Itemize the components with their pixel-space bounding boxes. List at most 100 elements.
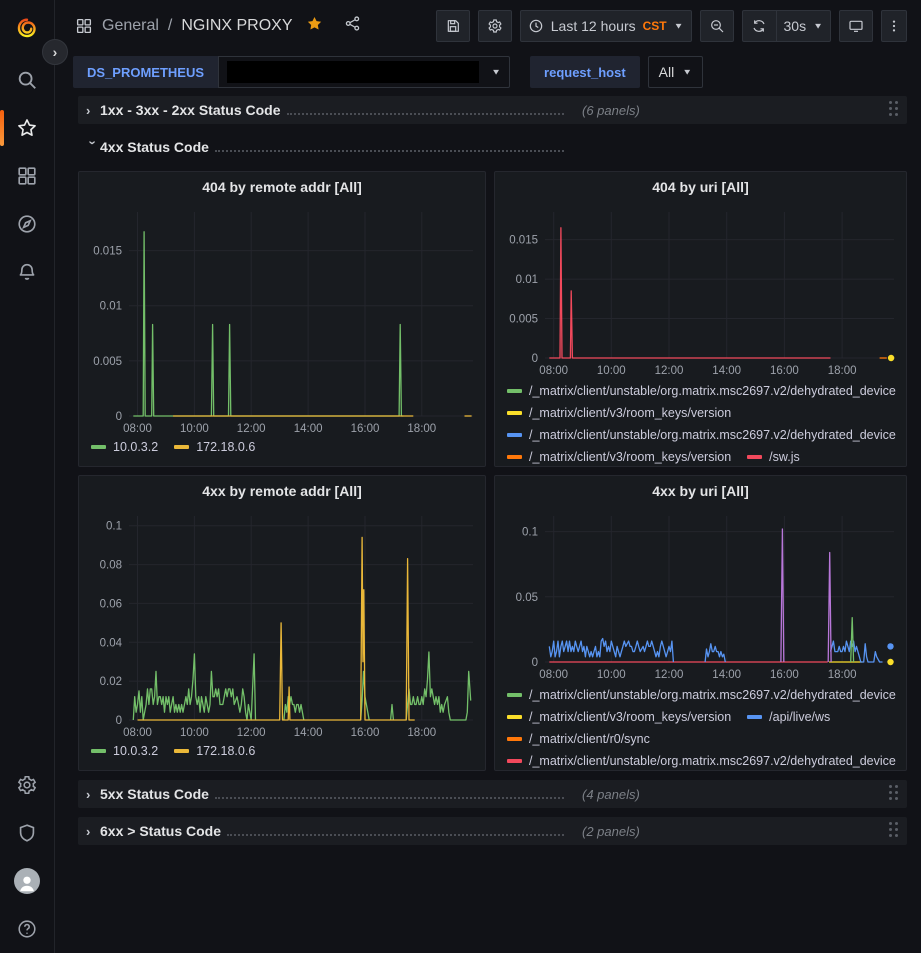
refresh-button[interactable]: [742, 10, 776, 42]
legend-swatch-icon: [507, 759, 522, 763]
row-title[interactable]: 1xx - 3xx - 2xx Status Code: [100, 102, 281, 118]
y-axis-tick-label: 0.1: [106, 520, 122, 532]
row-drag-handle-icon[interactable]: [889, 785, 899, 801]
legend-item[interactable]: 172.18.0.6: [174, 438, 255, 455]
legend-swatch-icon: [747, 715, 762, 719]
legend-item[interactable]: /_matrix/client/v3/room_keys/version: [507, 404, 731, 421]
x-axis-tick-label: 10:00: [597, 365, 626, 377]
legend-item[interactable]: /sw.js: [747, 448, 800, 464]
x-axis-tick-label: 14:00: [294, 423, 323, 435]
row-expand-caret-icon: ›: [86, 787, 100, 802]
row-4xx[interactable]: › 4xx Status Code: [78, 133, 907, 161]
legend-item[interactable]: /_matrix/client/unstable/org.matrix.msc2…: [507, 686, 896, 703]
grafana-app: › General / NGINX PROXY Last 12 hours: [0, 0, 921, 953]
timeseries-chart[interactable]: 08:0010:0012:0014:0016:0018:0000.020.040…: [81, 506, 483, 740]
legend-item[interactable]: /api/live/ws: [747, 708, 830, 725]
chevron-down-icon: ▼: [491, 68, 501, 77]
series-line: [831, 641, 883, 662]
x-axis-tick-label: 08:00: [123, 727, 152, 739]
row-title[interactable]: 4xx Status Code: [100, 139, 209, 155]
series-line: [705, 644, 725, 662]
series-line: [391, 704, 394, 720]
x-axis-tick-label: 12:00: [237, 727, 266, 739]
chevron-down-icon: ▼: [682, 68, 692, 77]
y-axis-tick-label: 0.01: [516, 274, 538, 286]
sidebar-expand-button[interactable]: ›: [42, 39, 68, 65]
legend-swatch-icon: [174, 445, 189, 449]
y-axis-tick-label: 0.005: [509, 314, 538, 326]
legend-label: /sw.js: [769, 450, 800, 464]
panel-title[interactable]: 4xx by remote addr [All]: [79, 476, 485, 506]
row-panel-count: (2 panels): [582, 824, 640, 839]
legend-item[interactable]: /_matrix/client/v3/room_keys/version: [507, 448, 731, 464]
apps-grid-icon: [75, 17, 93, 35]
datasource-variable-label[interactable]: DS_PROMETHEUS: [73, 56, 218, 88]
legend-item[interactable]: /_matrix/client/v3/room_keys/version: [507, 708, 731, 725]
sidebar-item-explore[interactable]: [0, 200, 55, 248]
legend-label: /_matrix/client/unstable/org.matrix.msc2…: [529, 688, 896, 702]
sidebar-item-dashboards[interactable]: [0, 152, 55, 200]
legend-label: 10.0.3.2: [113, 440, 158, 454]
dashboard-title[interactable]: NGINX PROXY: [181, 17, 292, 35]
legend-item[interactable]: 172.18.0.6: [174, 742, 255, 759]
sidebar-item-starred[interactable]: [0, 104, 55, 152]
shield-icon[interactable]: [0, 809, 55, 857]
x-axis-tick-label: 12:00: [655, 365, 684, 377]
panel-title[interactable]: 404 by uri [All]: [495, 172, 906, 202]
datasource-variable-select[interactable]: ▼: [218, 56, 510, 88]
series-line: [828, 553, 831, 663]
row-1xx-3xx-2xx[interactable]: › 1xx - 3xx - 2xx Status Code (6 panels): [78, 96, 907, 124]
legend-item[interactable]: /_matrix/client/unstable/org.matrix.msc2…: [507, 752, 896, 768]
row-drag-handle-icon[interactable]: [889, 822, 899, 838]
legend-swatch-icon: [507, 433, 522, 437]
row-dots-filler: [215, 140, 564, 152]
request-host-variable-select[interactable]: All ▼: [648, 56, 703, 88]
legend-item[interactable]: /_matrix/client/unstable/org.matrix.msc2…: [507, 382, 896, 399]
series-line: [284, 696, 304, 719]
legend-item[interactable]: /_matrix/client/unstable/org.matrix.msc2…: [507, 426, 896, 443]
series-point-marker: [888, 355, 894, 361]
row-expand-caret-icon: ›: [86, 103, 100, 118]
x-axis-tick-label: 16:00: [351, 727, 380, 739]
favorite-star-icon[interactable]: [306, 15, 323, 37]
row-5xx[interactable]: › 5xx Status Code (4 panels): [78, 780, 907, 808]
sidebar-item-alerting[interactable]: [0, 248, 55, 296]
avatar[interactable]: [0, 857, 55, 905]
tv-mode-button[interactable]: [839, 10, 873, 42]
timeseries-chart[interactable]: 08:0010:0012:0014:0016:0018:0000.0050.01…: [497, 202, 904, 380]
share-icon[interactable]: [344, 15, 361, 37]
time-range-picker[interactable]: Last 12 hours CST ▼: [520, 10, 692, 42]
kebab-menu-button[interactable]: [881, 10, 907, 42]
help-icon[interactable]: [0, 905, 55, 953]
row-dots-filler: [287, 103, 564, 115]
row-collapse-caret-icon: ›: [86, 140, 101, 154]
sidebar: [0, 0, 55, 953]
request-host-variable-label[interactable]: request_host: [530, 56, 640, 88]
legend-label: /_matrix/client/v3/room_keys/version: [529, 450, 731, 464]
legend-item[interactable]: 10.0.3.2: [91, 438, 158, 455]
timeseries-chart[interactable]: 08:0010:0012:0014:0016:0018:0000.050.1: [497, 506, 904, 684]
legend-label: /_matrix/client/unstable/org.matrix.msc2…: [529, 754, 896, 768]
row-title[interactable]: 5xx Status Code: [100, 786, 209, 802]
row-title[interactable]: 6xx > Status Code: [100, 823, 221, 839]
panel-title[interactable]: 4xx by uri [All]: [495, 476, 906, 506]
breadcrumb-section[interactable]: General: [102, 17, 159, 35]
row-drag-handle-icon[interactable]: [889, 101, 899, 117]
timeseries-chart[interactable]: 08:0010:0012:0014:0016:0018:0000.0050.01…: [81, 202, 483, 436]
zoom-out-time-button[interactable]: [700, 10, 734, 42]
chevron-down-icon: ▼: [674, 22, 684, 31]
panel-404-by-uri: 404 by uri [All] 08:0010:0012:0014:0016:…: [494, 171, 907, 467]
save-dashboard-button[interactable]: [436, 10, 470, 42]
y-axis-tick-label: 0.005: [93, 356, 122, 368]
legend-item[interactable]: /_matrix/client/r0/sync: [507, 730, 650, 747]
settings-gear-icon[interactable]: [0, 761, 55, 809]
refresh-interval-select[interactable]: 30s ▼: [776, 10, 831, 42]
legend-item[interactable]: 10.0.3.2: [91, 742, 158, 759]
request-host-value: All: [659, 64, 675, 80]
y-axis-tick-label: 0.08: [100, 559, 122, 571]
dashboard-settings-button[interactable]: [478, 10, 512, 42]
legend-label: 172.18.0.6: [196, 440, 255, 454]
row-6xx[interactable]: › 6xx > Status Code (2 panels): [78, 817, 907, 845]
search-icon[interactable]: [0, 56, 55, 104]
panel-title[interactable]: 404 by remote addr [All]: [79, 172, 485, 202]
